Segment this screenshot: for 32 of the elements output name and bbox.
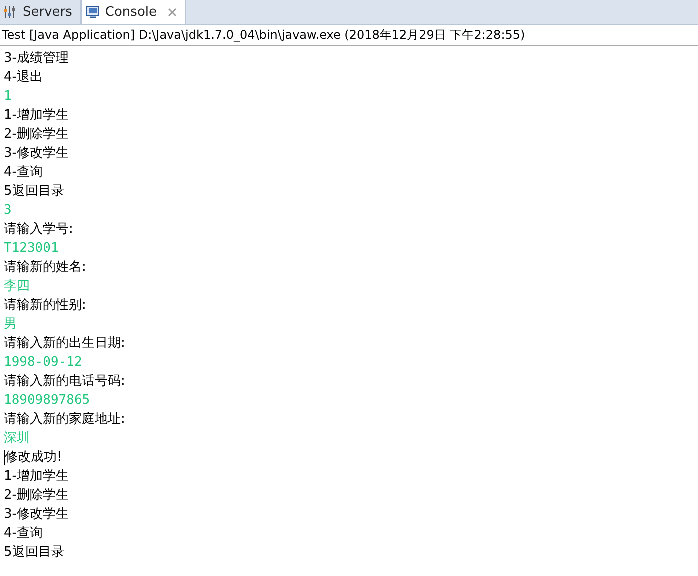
console-line: 1-增加学生 <box>4 107 69 125</box>
console-line: 请输新的姓名: <box>4 259 86 277</box>
view-tab[interactable]: Console <box>81 0 186 24</box>
monitor-icon <box>86 5 100 19</box>
console-line: 请输新的性别: <box>4 297 86 315</box>
console-line: 修改成功! <box>5 449 62 467</box>
console-line: T123001 <box>4 240 59 258</box>
console-line: 1998-09-12 <box>4 354 82 372</box>
console-line: 4-查询 <box>4 164 43 182</box>
console-line: 5返回目录 <box>4 544 64 562</box>
close-icon[interactable] <box>168 8 178 16</box>
console-line: 2-删除学生 <box>4 487 69 505</box>
console-title: Test [Java Application] D:\Java\jdk1.7.0_04\bin\javaw.exe (2018年12月29日 下午2:28:55) <box>0 25 698 46</box>
console-line: 请输入新的出生日期: <box>4 335 126 353</box>
console-line: 男 <box>4 316 17 334</box>
console-line: 1-增加学生 <box>4 468 69 486</box>
console-line: 请输入新的电话号码: <box>4 373 126 391</box>
console-line: 请输入学号: <box>4 221 74 239</box>
console-line: 4-退出 <box>4 69 43 87</box>
console-line: 3 <box>4 202 12 220</box>
console-line: 3-修改学生 <box>4 506 69 524</box>
console-line: 3-修改学生 <box>4 145 69 163</box>
console-line: 3-成绩管理 <box>4 50 69 68</box>
console-line: 李四 <box>4 278 30 296</box>
console-line: 4-查询 <box>4 525 43 543</box>
console-line: 请输入新的家庭地址: <box>4 411 126 429</box>
servers-icon <box>4 5 18 19</box>
console-line: 深圳 <box>4 430 30 448</box>
console-line: 1 <box>4 88 12 106</box>
console-line: 2-删除学生 <box>4 126 69 144</box>
console-line: 5返回目录 <box>4 183 64 201</box>
console-line: 18909897865 <box>4 392 90 410</box>
